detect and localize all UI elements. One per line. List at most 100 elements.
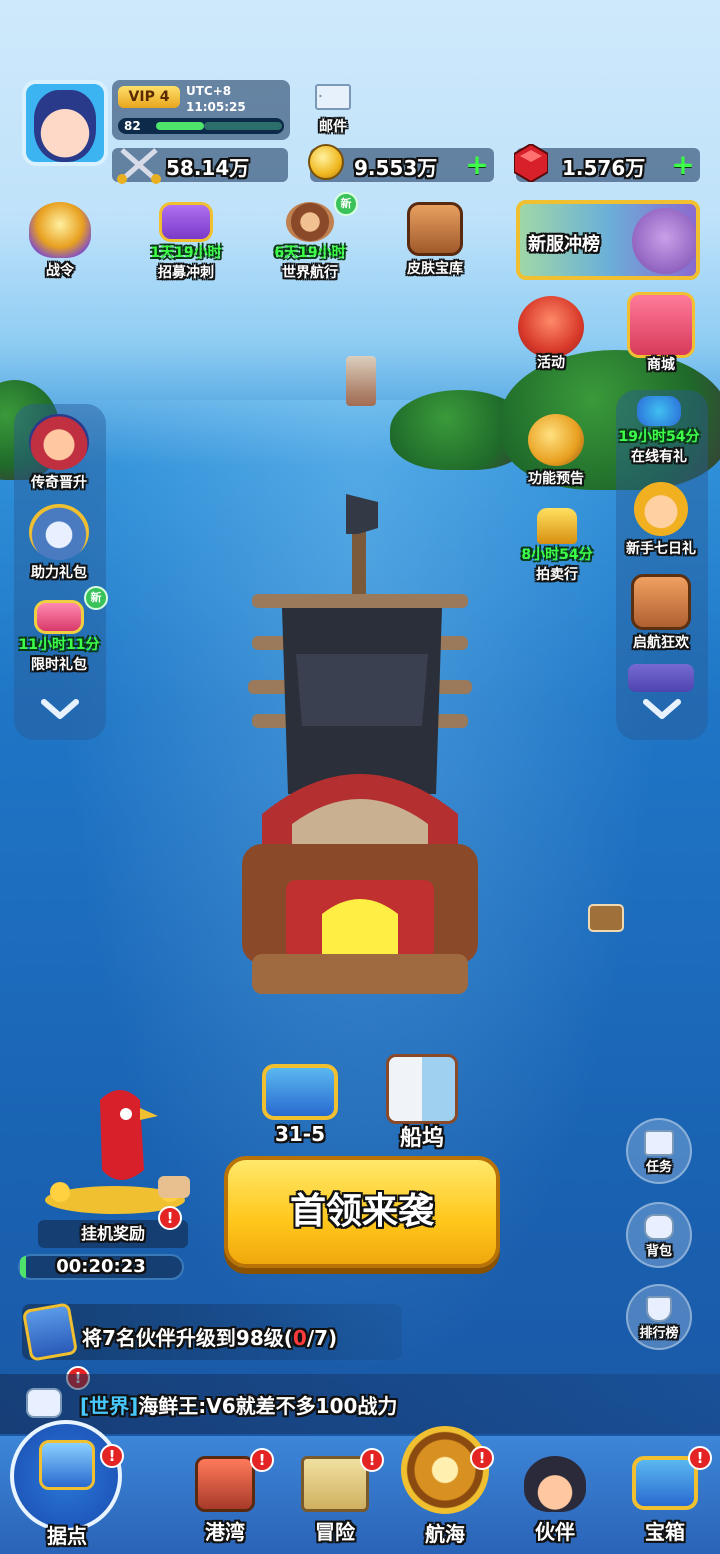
recruit-sprint-label: 招募冲刺 xyxy=(158,265,214,281)
treasure-stall-icon xyxy=(631,574,691,630)
event-button[interactable]: 活动 xyxy=(506,296,596,372)
idle-reward-button[interactable] xyxy=(40,1080,190,1214)
captain-portrait-icon xyxy=(29,414,89,470)
newbie-seven-day-button[interactable]: 新手七日礼 xyxy=(616,482,706,558)
nav-base-label: 据点 xyxy=(47,1524,87,1548)
more-event-icon xyxy=(628,664,694,692)
gem-add-button[interactable]: + xyxy=(670,151,696,179)
crossed-swords-icon xyxy=(116,146,162,184)
new-badge: 新 xyxy=(334,192,358,216)
feature-preview-button[interactable]: 功能预告 xyxy=(508,414,604,488)
support-pack-button[interactable]: 助力礼包 xyxy=(14,504,104,582)
auction-house-timer: 8小时54分 xyxy=(521,547,593,563)
skin-vault-button[interactable]: 皮肤宝库 xyxy=(392,202,478,278)
nav-harbor-alert-icon: ! xyxy=(250,1448,274,1472)
stage-label: 31-5 xyxy=(274,1122,326,1146)
support-pack-label: 助力礼包 xyxy=(31,565,87,581)
shield-wings-icon xyxy=(29,202,91,258)
world-voyage-timer: 6天19小时 xyxy=(274,245,346,261)
pirate-ship[interactable] xyxy=(232,494,488,1010)
limited-pack-button[interactable]: 11小时11分 限时礼包 xyxy=(14,600,104,674)
nav-chest-label: 宝箱 xyxy=(645,1520,685,1544)
tasks-button[interactable]: 任务 xyxy=(626,1118,692,1184)
left-expand-chevron-icon[interactable] xyxy=(40,698,80,720)
power-value: 58.14万 xyxy=(166,156,250,180)
leaderboard-label: 排行榜 xyxy=(639,1326,679,1341)
quest-bar[interactable]: 将7名伙伴升级到98级(0/7) xyxy=(21,1302,402,1362)
gem-value: 1.576万 xyxy=(562,156,646,180)
player-level: 82 xyxy=(124,119,141,133)
nav-adventure-alert-icon: ! xyxy=(360,1448,384,1472)
avatar xyxy=(34,90,96,162)
pirate-captain-icon xyxy=(524,1456,586,1512)
online-gift-timer: 19小时54分 xyxy=(618,429,700,445)
server-time: 11:05:25 xyxy=(186,100,246,114)
nav-voyage-alert-icon: ! xyxy=(470,1446,494,1470)
chat-channel: [世界] xyxy=(80,1394,139,1418)
dock-sail-icon[interactable] xyxy=(386,1054,458,1124)
treasure-chest-icon[interactable] xyxy=(262,1064,338,1120)
world-voyage-label: 世界航行 xyxy=(282,265,338,281)
limited-pack-label: 限时礼包 xyxy=(31,657,87,673)
nav-harbor-label: 港湾 xyxy=(205,1520,245,1544)
nav-partners-label: 伙伴 xyxy=(535,1520,575,1544)
wardrobe-icon xyxy=(407,202,463,256)
octopus-icon xyxy=(518,296,584,358)
tasks-label: 任务 xyxy=(645,1160,672,1175)
quest-description: 将7名伙伴升级到98级( xyxy=(82,1326,293,1350)
pirate-character-icon xyxy=(632,208,696,274)
helm-wheel-icon xyxy=(401,1426,489,1514)
nav-partners[interactable]: 伙伴 xyxy=(500,1456,610,1545)
voyage-carnival-label: 启航狂欢 xyxy=(633,635,689,651)
idle-reward-alert-icon: ! xyxy=(158,1206,182,1230)
idle-timer-fill xyxy=(20,1256,26,1278)
shop-stall-icon xyxy=(627,292,695,358)
backpack-button[interactable]: 背包 xyxy=(626,1202,692,1268)
feature-preview-label: 功能预告 xyxy=(528,471,584,487)
shop-button[interactable]: 商城 xyxy=(616,292,706,374)
chat-line: [世界]海鲜王:V6就差不多100战力 xyxy=(80,1390,397,1419)
trophy-icon xyxy=(646,1296,672,1322)
idle-timer: 00:20:23 xyxy=(56,1256,146,1277)
banner-label: 新服冲榜 xyxy=(528,234,600,255)
dock-label: 船坞 xyxy=(399,1126,444,1151)
nav-voyage[interactable]: 航海 xyxy=(390,1426,500,1547)
fortress-cannon-icon xyxy=(39,1440,95,1490)
auction-house-button[interactable]: 8小时54分 拍卖行 xyxy=(502,508,612,584)
timezone-label: UTC+8 xyxy=(186,84,232,98)
boss-challenge-label: 首领来袭 xyxy=(289,1191,434,1232)
floating-chest[interactable] xyxy=(588,904,624,932)
online-gift-button[interactable]: 19小时54分 在线有礼 xyxy=(614,396,704,466)
quest-text: 将7名伙伴升级到98级(0/7) xyxy=(82,1322,337,1351)
newbie-seven-day-label: 新手七日礼 xyxy=(626,541,696,557)
ship-wheel-icon xyxy=(286,202,334,242)
distant-ship xyxy=(346,356,376,406)
mail-button[interactable]: 邮件 xyxy=(310,82,356,140)
recruit-sprint-timer: 1天19小时 xyxy=(150,245,222,261)
recruit-sprint-button[interactable]: 1天19小时 招募冲刺 xyxy=(136,202,236,282)
shark-icon xyxy=(29,504,89,560)
player-avatar[interactable] xyxy=(22,80,108,166)
vip-badge[interactable]: VIP 4 xyxy=(118,86,180,108)
treasure-map-icon xyxy=(301,1456,369,1512)
online-gift-label: 在线有礼 xyxy=(631,449,687,465)
idle-timer-box: 00:20:23 xyxy=(18,1254,184,1280)
treasure-chest-icon xyxy=(632,1456,698,1510)
new-server-ranking-banner[interactable]: 新服冲榜 xyxy=(516,200,700,280)
legend-promotion-label: 传奇晋升 xyxy=(31,475,87,491)
quest-progress-current: 0 xyxy=(292,1326,307,1350)
leaderboard-button[interactable]: 排行榜 xyxy=(626,1284,692,1350)
voyage-carnival-button[interactable]: 启航狂欢 xyxy=(616,574,706,652)
legend-promotion-button[interactable]: 传奇晋升 xyxy=(14,414,104,492)
level-progress-fill xyxy=(156,122,204,130)
right-expand-chevron-icon[interactable] xyxy=(642,698,682,720)
gold-add-button[interactable]: + xyxy=(464,151,490,179)
battle-pass-button[interactable]: 战令 xyxy=(20,202,100,280)
quest-progress-total: /7) xyxy=(306,1326,338,1350)
boss-challenge-button[interactable]: 首领来袭 xyxy=(224,1156,500,1268)
envelope-icon xyxy=(315,84,351,110)
megaphone-icon xyxy=(528,414,584,466)
gift-box-icon xyxy=(159,202,213,242)
hero-face-icon xyxy=(634,482,688,536)
chat-bar[interactable]: [世界]海鲜王:V6就差不多100战力 xyxy=(0,1374,720,1434)
